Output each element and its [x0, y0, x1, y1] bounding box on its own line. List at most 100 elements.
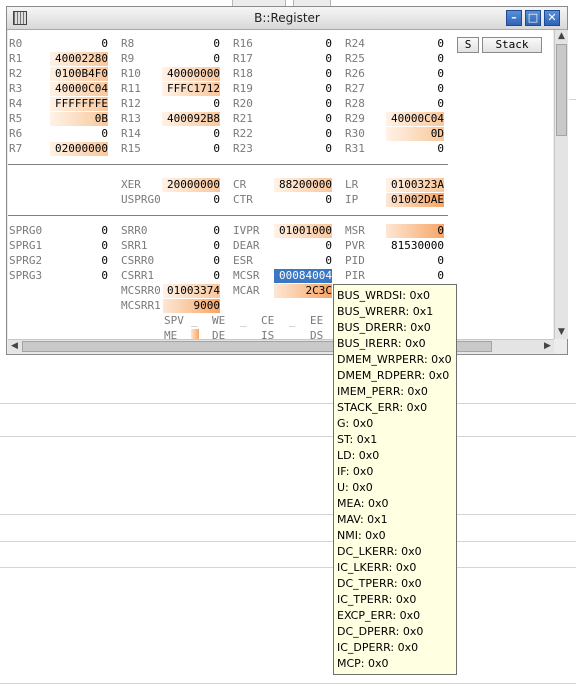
reg-value-esr[interactable]: 0: [274, 254, 332, 268]
reg-value-r4[interactable]: FFFFFFFE: [50, 97, 108, 111]
flag-value-we[interactable]: _: [240, 314, 248, 328]
window-maximize-icon[interactable]: □: [525, 10, 541, 26]
tooltip-line: BUS_WRERR: 0x1: [337, 305, 434, 318]
reg-value-sprg0[interactable]: 0: [60, 224, 108, 238]
reg-value-r30[interactable]: 0D: [386, 127, 444, 141]
reg-value-r20[interactable]: 0: [274, 97, 332, 111]
reg-value-r26[interactable]: 0: [386, 67, 444, 81]
reg-label-csrr0: CSRR0: [121, 254, 155, 267]
reg-value-sprg1[interactable]: 0: [60, 239, 108, 253]
scroll-left-icon[interactable]: ◀: [8, 340, 21, 353]
reg-value-pvr[interactable]: 81530000: [386, 239, 444, 253]
vertical-scrollbar[interactable]: ▲ ▼: [554, 30, 568, 339]
reg-value-mcsrr1[interactable]: 9000: [163, 299, 220, 313]
reg-label-mcsrr0: MCSRR0: [121, 284, 161, 297]
reg-label-r13: R13: [121, 112, 141, 125]
reg-value-pid[interactable]: 0: [386, 254, 444, 268]
reg-value-dear[interactable]: 0: [274, 239, 332, 253]
reg-value-csrr0[interactable]: 0: [172, 254, 220, 268]
reg-value-r24[interactable]: 0: [386, 37, 444, 51]
window-close-icon[interactable]: ✕: [544, 10, 560, 26]
reg-label-r14: R14: [121, 127, 141, 140]
reg-value-mcar[interactable]: 2C3C: [274, 284, 332, 298]
tooltip-line: IC_TPERR: 0x0: [337, 593, 417, 606]
reg-value-xer[interactable]: 20000000: [162, 178, 220, 192]
reg-label-r23: R23: [233, 142, 253, 155]
register-panel: R0 0 R1 40002280 R2 0100B4F0 R3 40000C04…: [8, 30, 553, 339]
flag-label-ds: DS: [310, 329, 324, 339]
reg-value-r0[interactable]: 0: [50, 37, 108, 51]
reg-value-srr0[interactable]: 0: [172, 224, 220, 238]
scroll-right-icon[interactable]: ▶: [541, 340, 554, 353]
reg-label-pir: PIR: [345, 269, 365, 282]
reg-value-sprg2[interactable]: 0: [60, 254, 108, 268]
reg-value-cr[interactable]: 88200000: [274, 178, 332, 192]
reg-value-r21[interactable]: 0: [274, 112, 332, 126]
reg-value-csrr1[interactable]: 0: [172, 269, 220, 283]
window-title: B::Register: [254, 11, 320, 25]
reg-value-r6[interactable]: 0: [50, 127, 108, 141]
reg-value-r22[interactable]: 0: [274, 127, 332, 141]
reg-value-r31[interactable]: 0: [386, 142, 444, 156]
reg-value-r14[interactable]: 0: [162, 127, 220, 141]
reg-value-mcsrr0[interactable]: 01003374: [163, 284, 220, 298]
s-button[interactable]: S: [457, 37, 479, 53]
reg-value-mcsr[interactable]: 00084004: [274, 269, 332, 283]
reg-label-srr0: SRR0: [121, 224, 148, 237]
reg-value-r27[interactable]: 0: [386, 82, 444, 96]
reg-label-r2: R2: [9, 67, 23, 80]
reg-label-ivpr: IVPR: [233, 224, 260, 237]
reg-value-sprg3[interactable]: 0: [60, 269, 108, 283]
reg-value-msr[interactable]: 0: [386, 224, 444, 238]
reg-value-usprg0[interactable]: 0: [172, 193, 220, 207]
vertical-scroll-thumb[interactable]: [556, 44, 567, 136]
reg-value-ip[interactable]: 01002DAE: [386, 193, 444, 207]
reg-value-r11[interactable]: FFFC1712: [162, 82, 220, 96]
reg-value-r28[interactable]: 0: [386, 97, 444, 111]
reg-value-r23[interactable]: 0: [274, 142, 332, 156]
flag-value-me[interactable]: [191, 329, 199, 339]
reg-value-ivpr[interactable]: 01001000: [274, 224, 332, 238]
reg-value-ctr[interactable]: 0: [274, 193, 332, 207]
reg-label-r1: R1: [9, 52, 23, 65]
reg-value-r16[interactable]: 0: [274, 37, 332, 51]
reg-value-r7[interactable]: 02000000: [50, 142, 108, 156]
flag-value-ce[interactable]: _: [289, 314, 297, 328]
reg-value-r3[interactable]: 40000C04: [50, 82, 108, 96]
reg-value-pir[interactable]: 0: [386, 269, 444, 283]
reg-label-lr: LR: [345, 178, 359, 191]
horizontal-scrollbar[interactable]: ◀ ▶: [8, 339, 554, 353]
reg-value-r25[interactable]: 0: [386, 52, 444, 66]
reg-value-r12[interactable]: 0: [162, 97, 220, 111]
reg-label-sprg0: SPRG0: [9, 224, 43, 237]
title-bar[interactable]: B::Register – □ ✕: [7, 7, 567, 30]
reg-value-r15[interactable]: 0: [162, 142, 220, 156]
background-divider: [569, 99, 576, 100]
flag-value-is[interactable]: _: [289, 329, 297, 339]
flag-value-spv[interactable]: _: [191, 314, 199, 328]
reg-value-r13[interactable]: 400092B8: [162, 112, 220, 126]
tooltip-line: BUS_IRERR: 0x0: [337, 337, 426, 350]
tooltip-line: MEA: 0x0: [337, 497, 389, 510]
reg-value-r2[interactable]: 0100B4F0: [50, 67, 108, 81]
stack-button[interactable]: Stack: [482, 37, 542, 53]
scroll-up-icon[interactable]: ▲: [555, 30, 568, 43]
reg-value-lr[interactable]: 0100323A: [386, 178, 444, 192]
reg-value-r18[interactable]: 0: [274, 67, 332, 81]
reg-value-r8[interactable]: 0: [162, 37, 220, 51]
reg-label-mcar: MCAR: [233, 284, 260, 297]
reg-label-r17: R17: [233, 52, 253, 65]
background-divider: [0, 514, 576, 515]
reg-value-r1[interactable]: 40002280: [50, 52, 108, 66]
reg-value-r10[interactable]: 40000000: [162, 67, 220, 81]
reg-value-srr1[interactable]: 0: [172, 239, 220, 253]
reg-value-r29[interactable]: 40000C04: [386, 112, 444, 126]
reg-value-r9[interactable]: 0: [162, 52, 220, 66]
reg-label-r19: R19: [233, 82, 253, 95]
scroll-down-icon[interactable]: ▼: [555, 326, 568, 339]
flag-value-de[interactable]: _: [240, 329, 248, 339]
reg-value-r17[interactable]: 0: [274, 52, 332, 66]
reg-value-r5[interactable]: 0B: [50, 112, 108, 126]
reg-value-r19[interactable]: 0: [274, 82, 332, 96]
window-minimize-icon[interactable]: –: [506, 10, 522, 26]
